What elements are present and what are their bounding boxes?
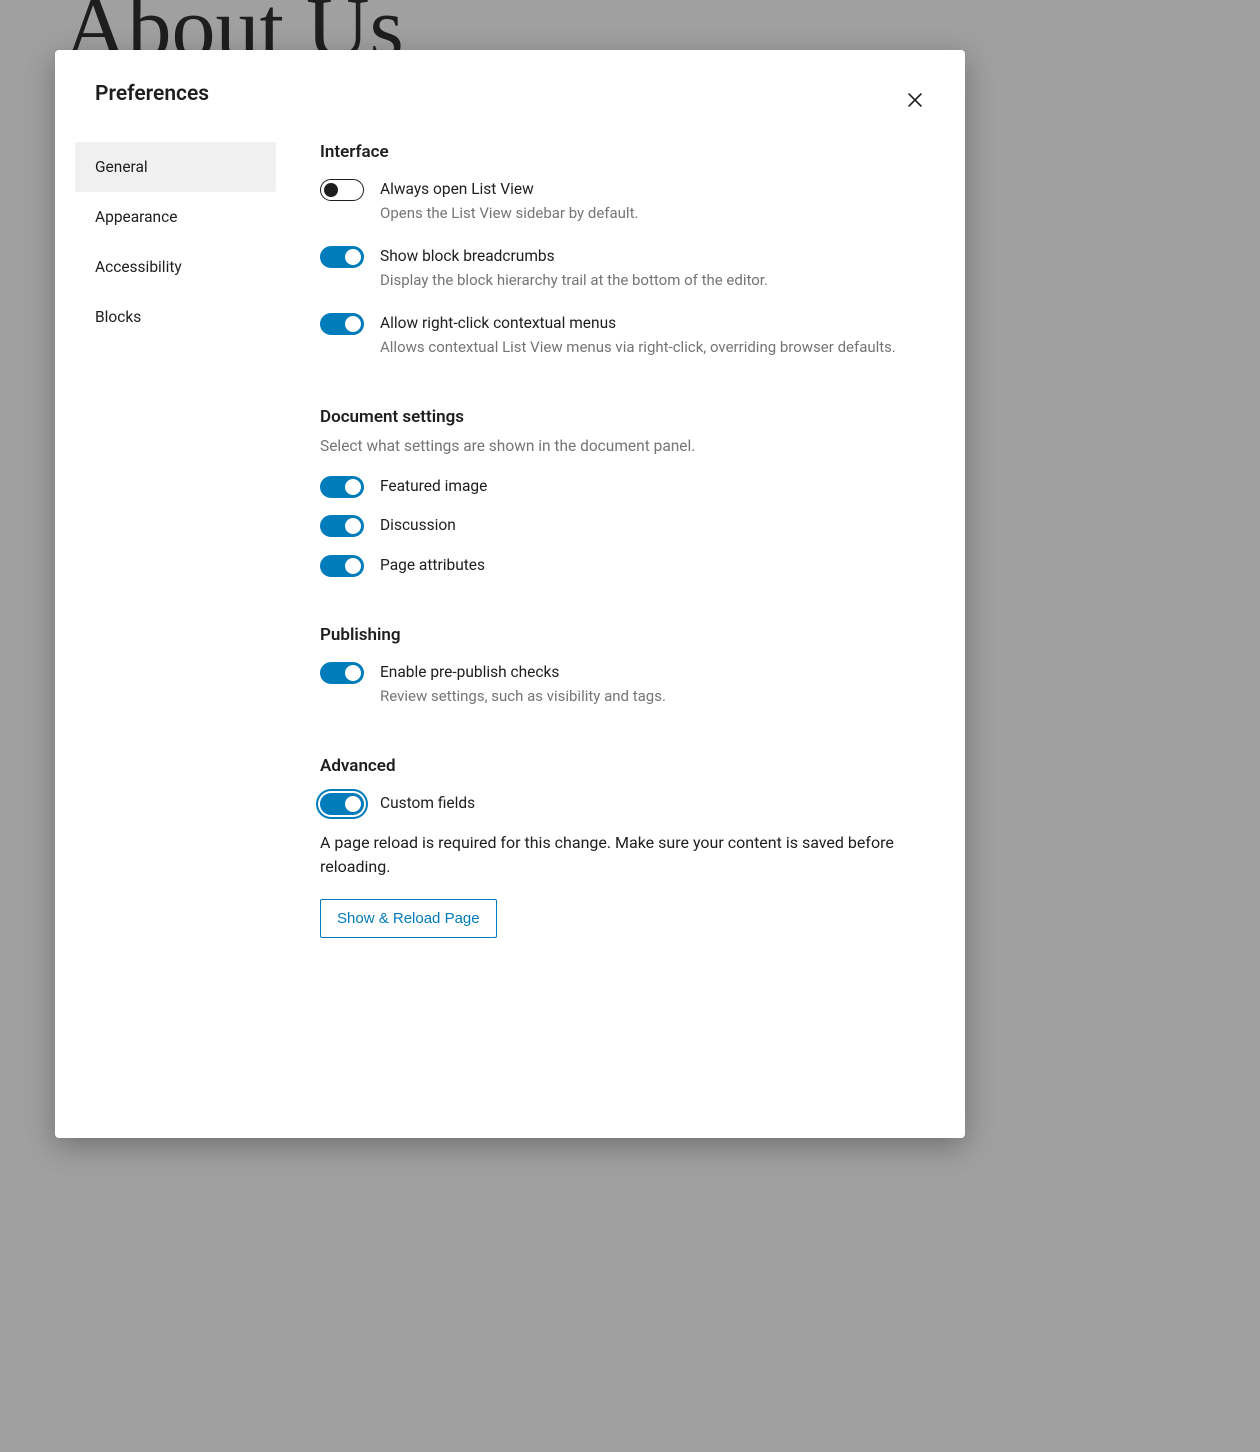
toggle-text: Featured image bbox=[380, 475, 925, 498]
preferences-tabs: General Appearance Accessibility Blocks bbox=[55, 142, 300, 1138]
section-desc-document: Select what settings are shown in the do… bbox=[320, 437, 925, 455]
toggle-label: Page attributes bbox=[380, 554, 925, 577]
tab-blocks[interactable]: Blocks bbox=[75, 292, 276, 342]
toggle-text: Show block breadcrumbs Display the block… bbox=[380, 245, 925, 292]
section-document-settings: Document settings Select what settings a… bbox=[320, 407, 925, 577]
toggle-label: Always open List View bbox=[380, 178, 925, 201]
toggle-label: Custom fields bbox=[380, 792, 925, 815]
reload-notice: A page reload is required for this chang… bbox=[320, 831, 925, 879]
toggle-label: Allow right-click contextual menus bbox=[380, 312, 925, 335]
modal-header: Preferences bbox=[55, 50, 965, 118]
toggle-featured-image[interactable] bbox=[320, 476, 364, 498]
toggle-label: Featured image bbox=[380, 475, 925, 498]
toggle-block-breadcrumbs[interactable] bbox=[320, 246, 364, 268]
toggle-text: Discussion bbox=[380, 514, 925, 537]
show-reload-button[interactable]: Show & Reload Page bbox=[320, 899, 497, 938]
toggle-page-attributes[interactable] bbox=[320, 555, 364, 577]
toggle-text: Page attributes bbox=[380, 554, 925, 577]
toggle-always-open-list-view[interactable] bbox=[320, 179, 364, 201]
preferences-content: Interface Always open List View Opens th… bbox=[300, 142, 965, 1138]
modal-body: General Appearance Accessibility Blocks … bbox=[55, 118, 965, 1138]
toggle-label: Enable pre-publish checks bbox=[380, 661, 925, 684]
tab-accessibility[interactable]: Accessibility bbox=[75, 242, 276, 292]
row-contextual-menus: Allow right-click contextual menus Allow… bbox=[320, 312, 925, 359]
close-button[interactable] bbox=[897, 82, 933, 118]
toggle-text: Always open List View Opens the List Vie… bbox=[380, 178, 925, 225]
row-always-open-list-view: Always open List View Opens the List Vie… bbox=[320, 178, 925, 225]
toggle-label: Discussion bbox=[380, 514, 925, 537]
row-block-breadcrumbs: Show block breadcrumbs Display the block… bbox=[320, 245, 925, 292]
tab-general[interactable]: General bbox=[75, 142, 276, 192]
toggle-text: Allow right-click contextual menus Allow… bbox=[380, 312, 925, 359]
toggle-label: Show block breadcrumbs bbox=[380, 245, 925, 268]
modal-title: Preferences bbox=[95, 82, 209, 106]
section-publishing: Publishing Enable pre-publish checks Rev… bbox=[320, 625, 925, 708]
row-pre-publish: Enable pre-publish checks Review setting… bbox=[320, 661, 925, 708]
row-custom-fields: Custom fields bbox=[320, 792, 925, 815]
toggle-discussion[interactable] bbox=[320, 515, 364, 537]
toggle-text: Custom fields bbox=[380, 792, 925, 815]
row-page-attributes: Page attributes bbox=[320, 554, 925, 577]
preferences-modal: Preferences General Appearance Accessibi… bbox=[55, 50, 965, 1138]
toggle-contextual-menus[interactable] bbox=[320, 313, 364, 335]
section-title-publishing: Publishing bbox=[320, 625, 925, 645]
section-title-document: Document settings bbox=[320, 407, 925, 427]
section-title-advanced: Advanced bbox=[320, 756, 925, 776]
row-featured-image: Featured image bbox=[320, 475, 925, 498]
toggle-hint: Review settings, such as visibility and … bbox=[380, 686, 925, 708]
toggle-custom-fields[interactable] bbox=[320, 793, 364, 815]
toggle-text: Enable pre-publish checks Review setting… bbox=[380, 661, 925, 708]
toggle-pre-publish-checks[interactable] bbox=[320, 662, 364, 684]
tab-appearance[interactable]: Appearance bbox=[75, 192, 276, 242]
close-icon bbox=[904, 89, 926, 111]
row-discussion: Discussion bbox=[320, 514, 925, 537]
toggle-hint: Opens the List View sidebar by default. bbox=[380, 203, 925, 225]
section-advanced: Advanced Custom fields A page reload is … bbox=[320, 756, 925, 938]
section-interface: Interface Always open List View Opens th… bbox=[320, 142, 925, 359]
toggle-hint: Display the block hierarchy trail at the… bbox=[380, 270, 925, 292]
section-title-interface: Interface bbox=[320, 142, 925, 162]
toggle-hint: Allows contextual List View menus via ri… bbox=[380, 337, 925, 359]
